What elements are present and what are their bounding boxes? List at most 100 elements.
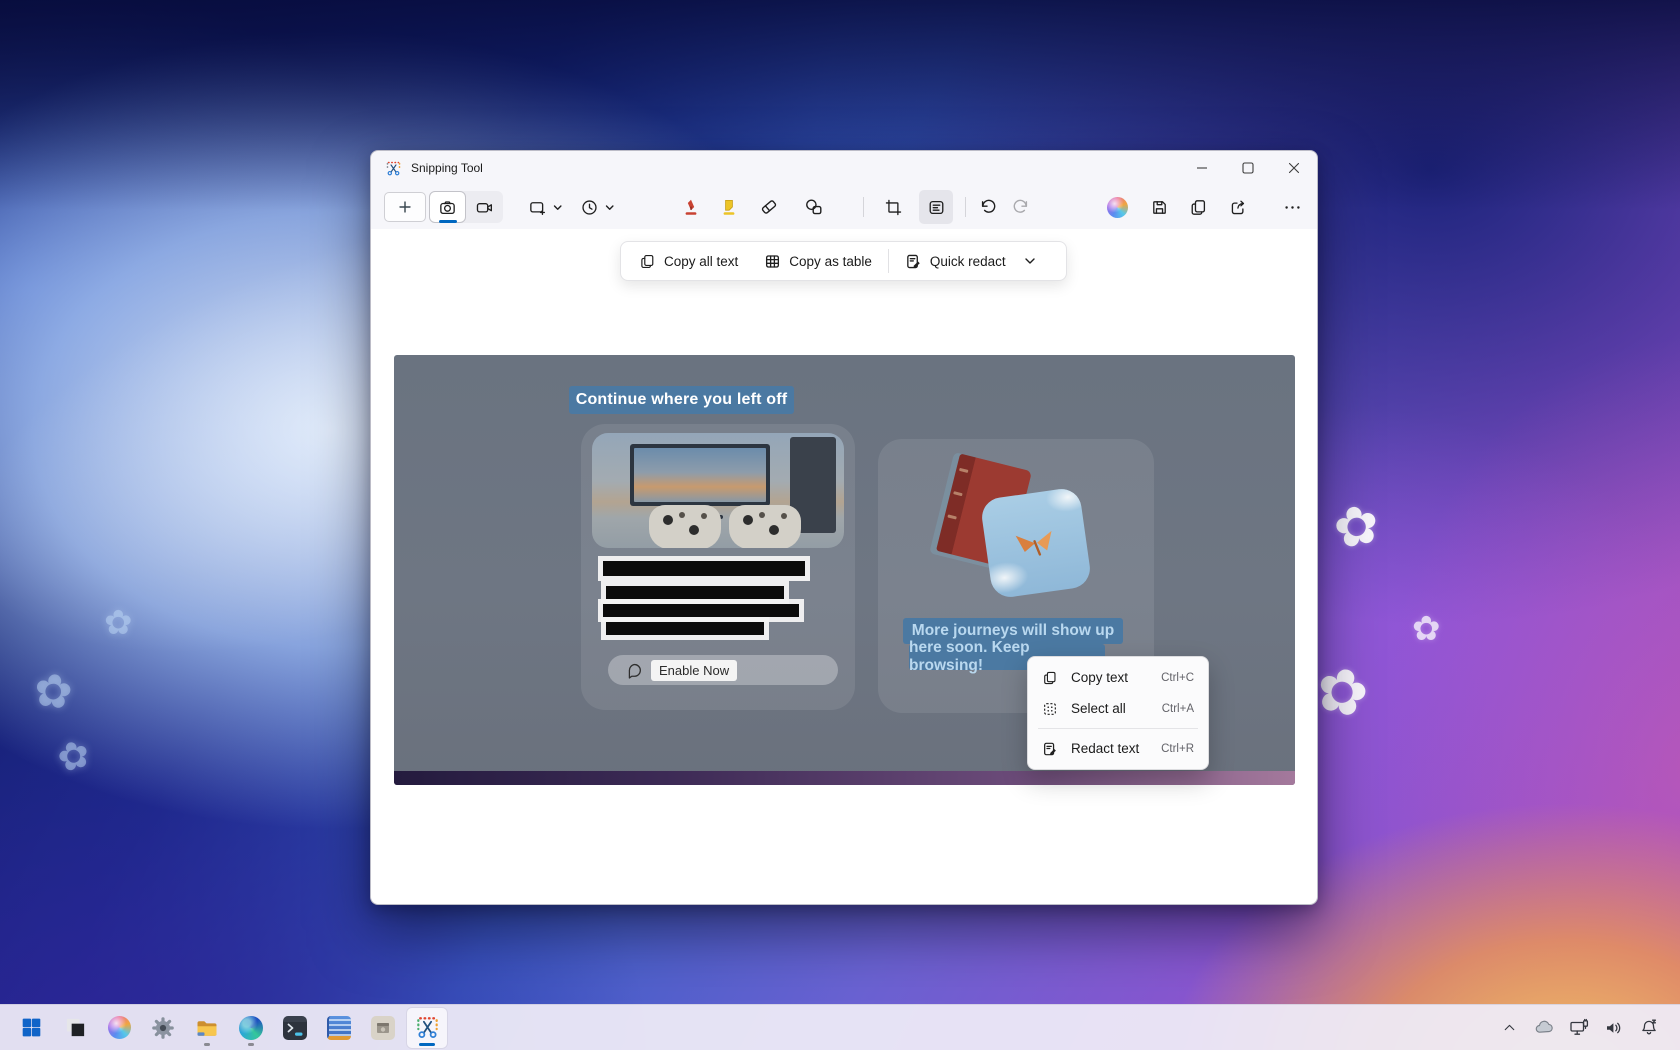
eraser-button[interactable] <box>752 190 786 224</box>
redaction-bar[interactable] <box>603 561 805 576</box>
blue-flower: ✿ <box>104 606 133 640</box>
copy-icon <box>639 253 656 270</box>
snipping-tool-icon <box>415 1015 440 1040</box>
more-options-button[interactable] <box>1275 190 1309 224</box>
taskbar-settings[interactable] <box>143 1008 183 1048</box>
quick-redact-label: Quick redact <box>930 254 1006 269</box>
text-actions-button[interactable] <box>919 190 953 224</box>
folder-icon <box>195 1016 219 1040</box>
taskbar-file-explorer[interactable] <box>187 1008 227 1048</box>
quick-redact-button[interactable]: Quick redact <box>905 253 1006 270</box>
taskbar-apps <box>0 1008 447 1048</box>
table-icon <box>764 253 781 270</box>
notepad-icon <box>327 1016 351 1040</box>
windows-start-icon <box>20 1016 43 1039</box>
menu-divider <box>1038 728 1198 729</box>
edge-icon <box>239 1016 263 1040</box>
daisy-flower: ✿ <box>1412 612 1441 646</box>
crop-button[interactable] <box>876 190 910 224</box>
snip-shape-dropdown-chevron-icon[interactable] <box>550 190 566 224</box>
ballpoint-pen-button[interactable] <box>674 190 708 224</box>
window-title: Snipping Tool <box>411 161 483 175</box>
undo-button[interactable] <box>971 190 1005 224</box>
snipping-tool-window: Snipping Tool <box>370 150 1318 905</box>
game-controller-graphic <box>649 505 721 548</box>
volume-icon[interactable] <box>1601 1015 1627 1041</box>
active-app-indicator <box>419 1043 435 1046</box>
menu-item-select-all[interactable]: Select all Ctrl+A <box>1033 693 1203 724</box>
toolbar-divider <box>965 197 966 217</box>
enable-now-region[interactable]: Enable Now <box>608 655 838 685</box>
layered-squares-app-icon <box>64 1016 87 1039</box>
snipping-tool-app-icon <box>385 160 402 177</box>
delay-dropdown-chevron-icon[interactable] <box>602 190 618 224</box>
shortcut-hint: Ctrl+R <box>1161 743 1194 755</box>
taskbar-edge[interactable] <box>231 1008 271 1048</box>
start-button[interactable] <box>11 1008 51 1048</box>
taskbar-snipping-tool[interactable] <box>407 1008 447 1048</box>
actions-bar-divider <box>888 249 889 273</box>
onedrive-cloud-icon[interactable] <box>1531 1015 1557 1041</box>
taskbar-copilot[interactable] <box>99 1008 139 1048</box>
shortcut-hint: Ctrl+A <box>1162 703 1194 715</box>
redaction-bar[interactable] <box>606 622 764 635</box>
gear-icon <box>151 1016 175 1040</box>
menu-item-copy-text[interactable]: Copy text Ctrl+C <box>1033 662 1203 693</box>
ocr-text-highlight[interactable]: Enable Now <box>651 660 737 681</box>
save-button[interactable] <box>1142 190 1176 224</box>
snip-shape-button[interactable] <box>520 190 554 224</box>
running-indicator <box>204 1043 210 1046</box>
quick-redact-expand-chevron-icon[interactable] <box>1024 257 1036 265</box>
context-menu: Copy text Ctrl+C Select all Ctrl+A Redac… <box>1027 656 1209 770</box>
network-display-icon[interactable] <box>1566 1015 1592 1041</box>
copilot-button[interactable] <box>1100 190 1134 224</box>
shortcut-hint: Ctrl+C <box>1161 672 1194 684</box>
menu-item-redact-text[interactable]: Redact text Ctrl+R <box>1033 733 1203 764</box>
close-button[interactable] <box>1271 151 1317 185</box>
copilot-icon <box>108 1016 131 1039</box>
toolbar-divider <box>863 197 864 217</box>
photo-mode-button[interactable] <box>429 191 466 223</box>
butterfly-icon <box>1010 518 1062 567</box>
redo-button[interactable] <box>1004 190 1038 224</box>
copy-as-table-button[interactable]: Copy as table <box>764 253 872 270</box>
taskbar-terminal[interactable] <box>275 1008 315 1048</box>
gaming-setup-photo <box>592 433 844 548</box>
captured-wallpaper-strip <box>394 771 1295 785</box>
redaction-bar[interactable] <box>606 586 784 599</box>
copy-all-text-label: Copy all text <box>664 254 738 269</box>
video-mode-button[interactable] <box>466 191 503 223</box>
notification-bell-icon[interactable] <box>1636 1015 1662 1041</box>
delay-button[interactable] <box>572 190 606 224</box>
redact-icon <box>1042 741 1058 757</box>
blue-flower: ✿ <box>31 666 76 717</box>
highlighter-button[interactable] <box>712 190 746 224</box>
active-mode-indicator <box>439 220 457 223</box>
copy-all-text-button[interactable]: Copy all text <box>639 253 738 270</box>
game-controller-graphic <box>729 505 801 548</box>
speech-bubble-icon <box>626 662 643 679</box>
maximize-button[interactable] <box>1225 151 1271 185</box>
taskbar <box>0 1004 1680 1050</box>
terminal-icon <box>283 1016 307 1040</box>
running-indicator <box>248 1043 254 1046</box>
redaction-bar[interactable] <box>603 604 799 617</box>
minimize-button[interactable] <box>1179 151 1225 185</box>
hidden-icons-chevron-icon[interactable] <box>1496 1015 1522 1041</box>
setup-app-icon <box>371 1016 395 1040</box>
copy-button[interactable] <box>1181 190 1215 224</box>
share-button[interactable] <box>1221 190 1255 224</box>
shapes-button[interactable] <box>797 190 831 224</box>
titlebar[interactable]: Snipping Tool <box>371 151 1317 185</box>
taskbar-setup-app[interactable] <box>363 1008 403 1048</box>
gaming-card: Enable Now <box>581 424 855 710</box>
butterfly-tile-graphic <box>980 487 1093 600</box>
taskbar-layered-squares-app[interactable] <box>55 1008 95 1048</box>
taskbar-notepad[interactable] <box>319 1008 359 1048</box>
copy-as-table-label: Copy as table <box>789 254 872 269</box>
new-snip-button[interactable] <box>384 192 426 222</box>
ocr-text-highlight[interactable]: Continue where you left off <box>569 386 794 414</box>
capture-mode-toggle <box>429 191 503 223</box>
system-tray <box>1496 1015 1680 1041</box>
redact-icon <box>905 253 922 270</box>
